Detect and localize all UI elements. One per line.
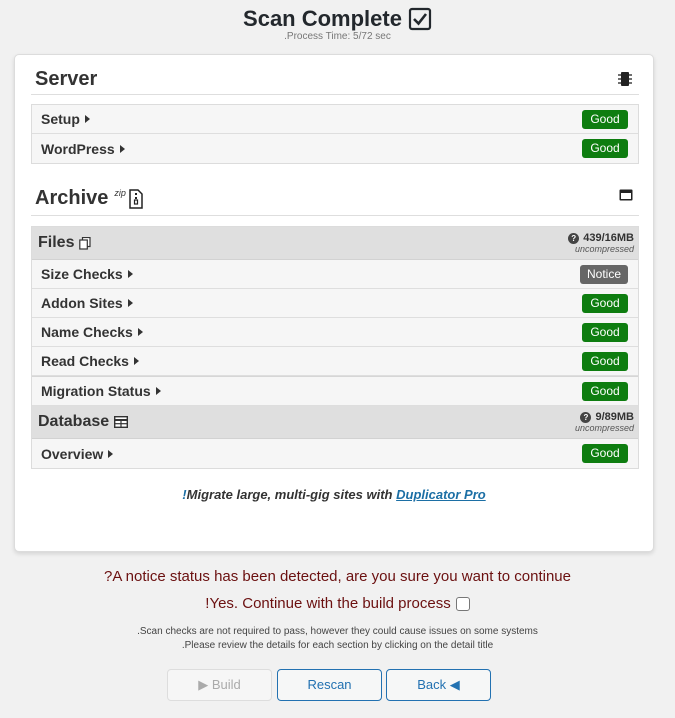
copy-icon [79,236,92,250]
page-header: Scan Complete .Process Time: 5/72 sec [0,6,675,42]
files-group-title: Files [38,234,92,252]
section-divider [31,94,639,95]
caret-right-icon [108,449,114,458]
confirm-checkbox[interactable] [455,596,470,611]
help-icon[interactable]: ? [568,232,580,244]
caret-right-icon [84,115,90,123]
caret-right-icon [127,299,133,307]
files-row-migration-status[interactable]: Migration Status Good [32,376,638,406]
archive-checks-box: Files ? 439/16MB uncompressed Size Checks… [31,226,639,469]
caret-right-icon [133,357,139,365]
status-badge: Good [582,323,628,342]
row-label: Migration Status [41,383,161,399]
files-row-read-checks[interactable]: Read Checks Good [32,347,638,376]
build-button[interactable]: ▶ Build [167,669,272,701]
database-size-stat: ? 9/89MB uncompressed [574,411,634,433]
scan-note-1: .Scan checks are not required to pass, h… [137,626,538,637]
back-button[interactable]: Back ◀ [386,669,491,701]
status-badge: Notice [579,265,628,284]
page-title-text: Scan Complete [243,6,402,31]
database-group-title: Database [38,413,129,431]
caret-right-icon [119,144,125,153]
caret-right-icon [127,270,133,278]
scan-results-panel: Server Setup Good WordPress Good Archive… [14,54,654,552]
files-size-stat: ? 439/16MB uncompressed [568,232,634,254]
pro-promo: !Migrate large, multi-gig sites with Dup… [182,487,486,502]
row-label: Addon Sites [41,295,133,311]
server-checks-box: Setup Good WordPress Good [31,104,639,164]
table-icon [114,416,129,428]
row-label: WordPress [41,141,125,157]
row-label: Name Checks [41,324,143,340]
files-row-addon-sites[interactable]: Addon Sites Good [32,289,638,318]
archive-section-title[interactable]: Archive zip [35,187,143,210]
checkbox-checked-icon [408,7,432,31]
zip-file-icon [129,189,143,209]
status-badge: Good [582,110,628,129]
database-row-overview[interactable]: Overview Good [32,439,638,468]
archive-box-icon [619,189,633,201]
files-row-size-checks[interactable]: Size Checks Notice [32,260,638,289]
row-label: Size Checks [41,266,133,282]
row-label: Read Checks [41,353,139,369]
row-label: Setup [41,111,90,127]
status-badge: Good [582,444,628,463]
continue-confirm[interactable]: !Yes. Continue with the build process [0,595,675,612]
server-row-wordpress[interactable]: WordPress Good [32,134,638,163]
scan-note-2: .Please review the details for each sect… [181,640,494,651]
row-label: Overview [41,446,114,462]
status-badge: Good [582,139,628,158]
rescan-button[interactable]: Rescan [277,669,382,701]
notice-warning-message: ?A notice status has been detected, are … [104,568,571,585]
database-group-header[interactable]: Database ? 9/89MB uncompressed [32,406,638,439]
archive-format-label: zip [114,188,126,198]
caret-right-icon [137,328,143,336]
process-time: .Process Time: 5/72 sec [284,31,391,42]
section-divider [31,215,639,216]
server-section-title[interactable]: Server [35,68,97,91]
status-badge: Good [582,294,628,313]
status-badge: Good [582,382,628,401]
server-chip-icon [618,72,632,86]
confirm-label: !Yes. Continue with the build process [205,595,451,612]
caret-right-icon [155,387,161,395]
help-icon[interactable]: ? [580,411,592,423]
files-group-header[interactable]: Files ? 439/16MB uncompressed [32,227,638,260]
files-row-name-checks[interactable]: Name Checks Good [32,318,638,347]
server-row-setup[interactable]: Setup Good [32,105,638,134]
status-badge: Good [582,352,628,371]
duplicator-pro-link[interactable]: Duplicator Pro [396,487,486,502]
page-title: Scan Complete [243,6,432,32]
